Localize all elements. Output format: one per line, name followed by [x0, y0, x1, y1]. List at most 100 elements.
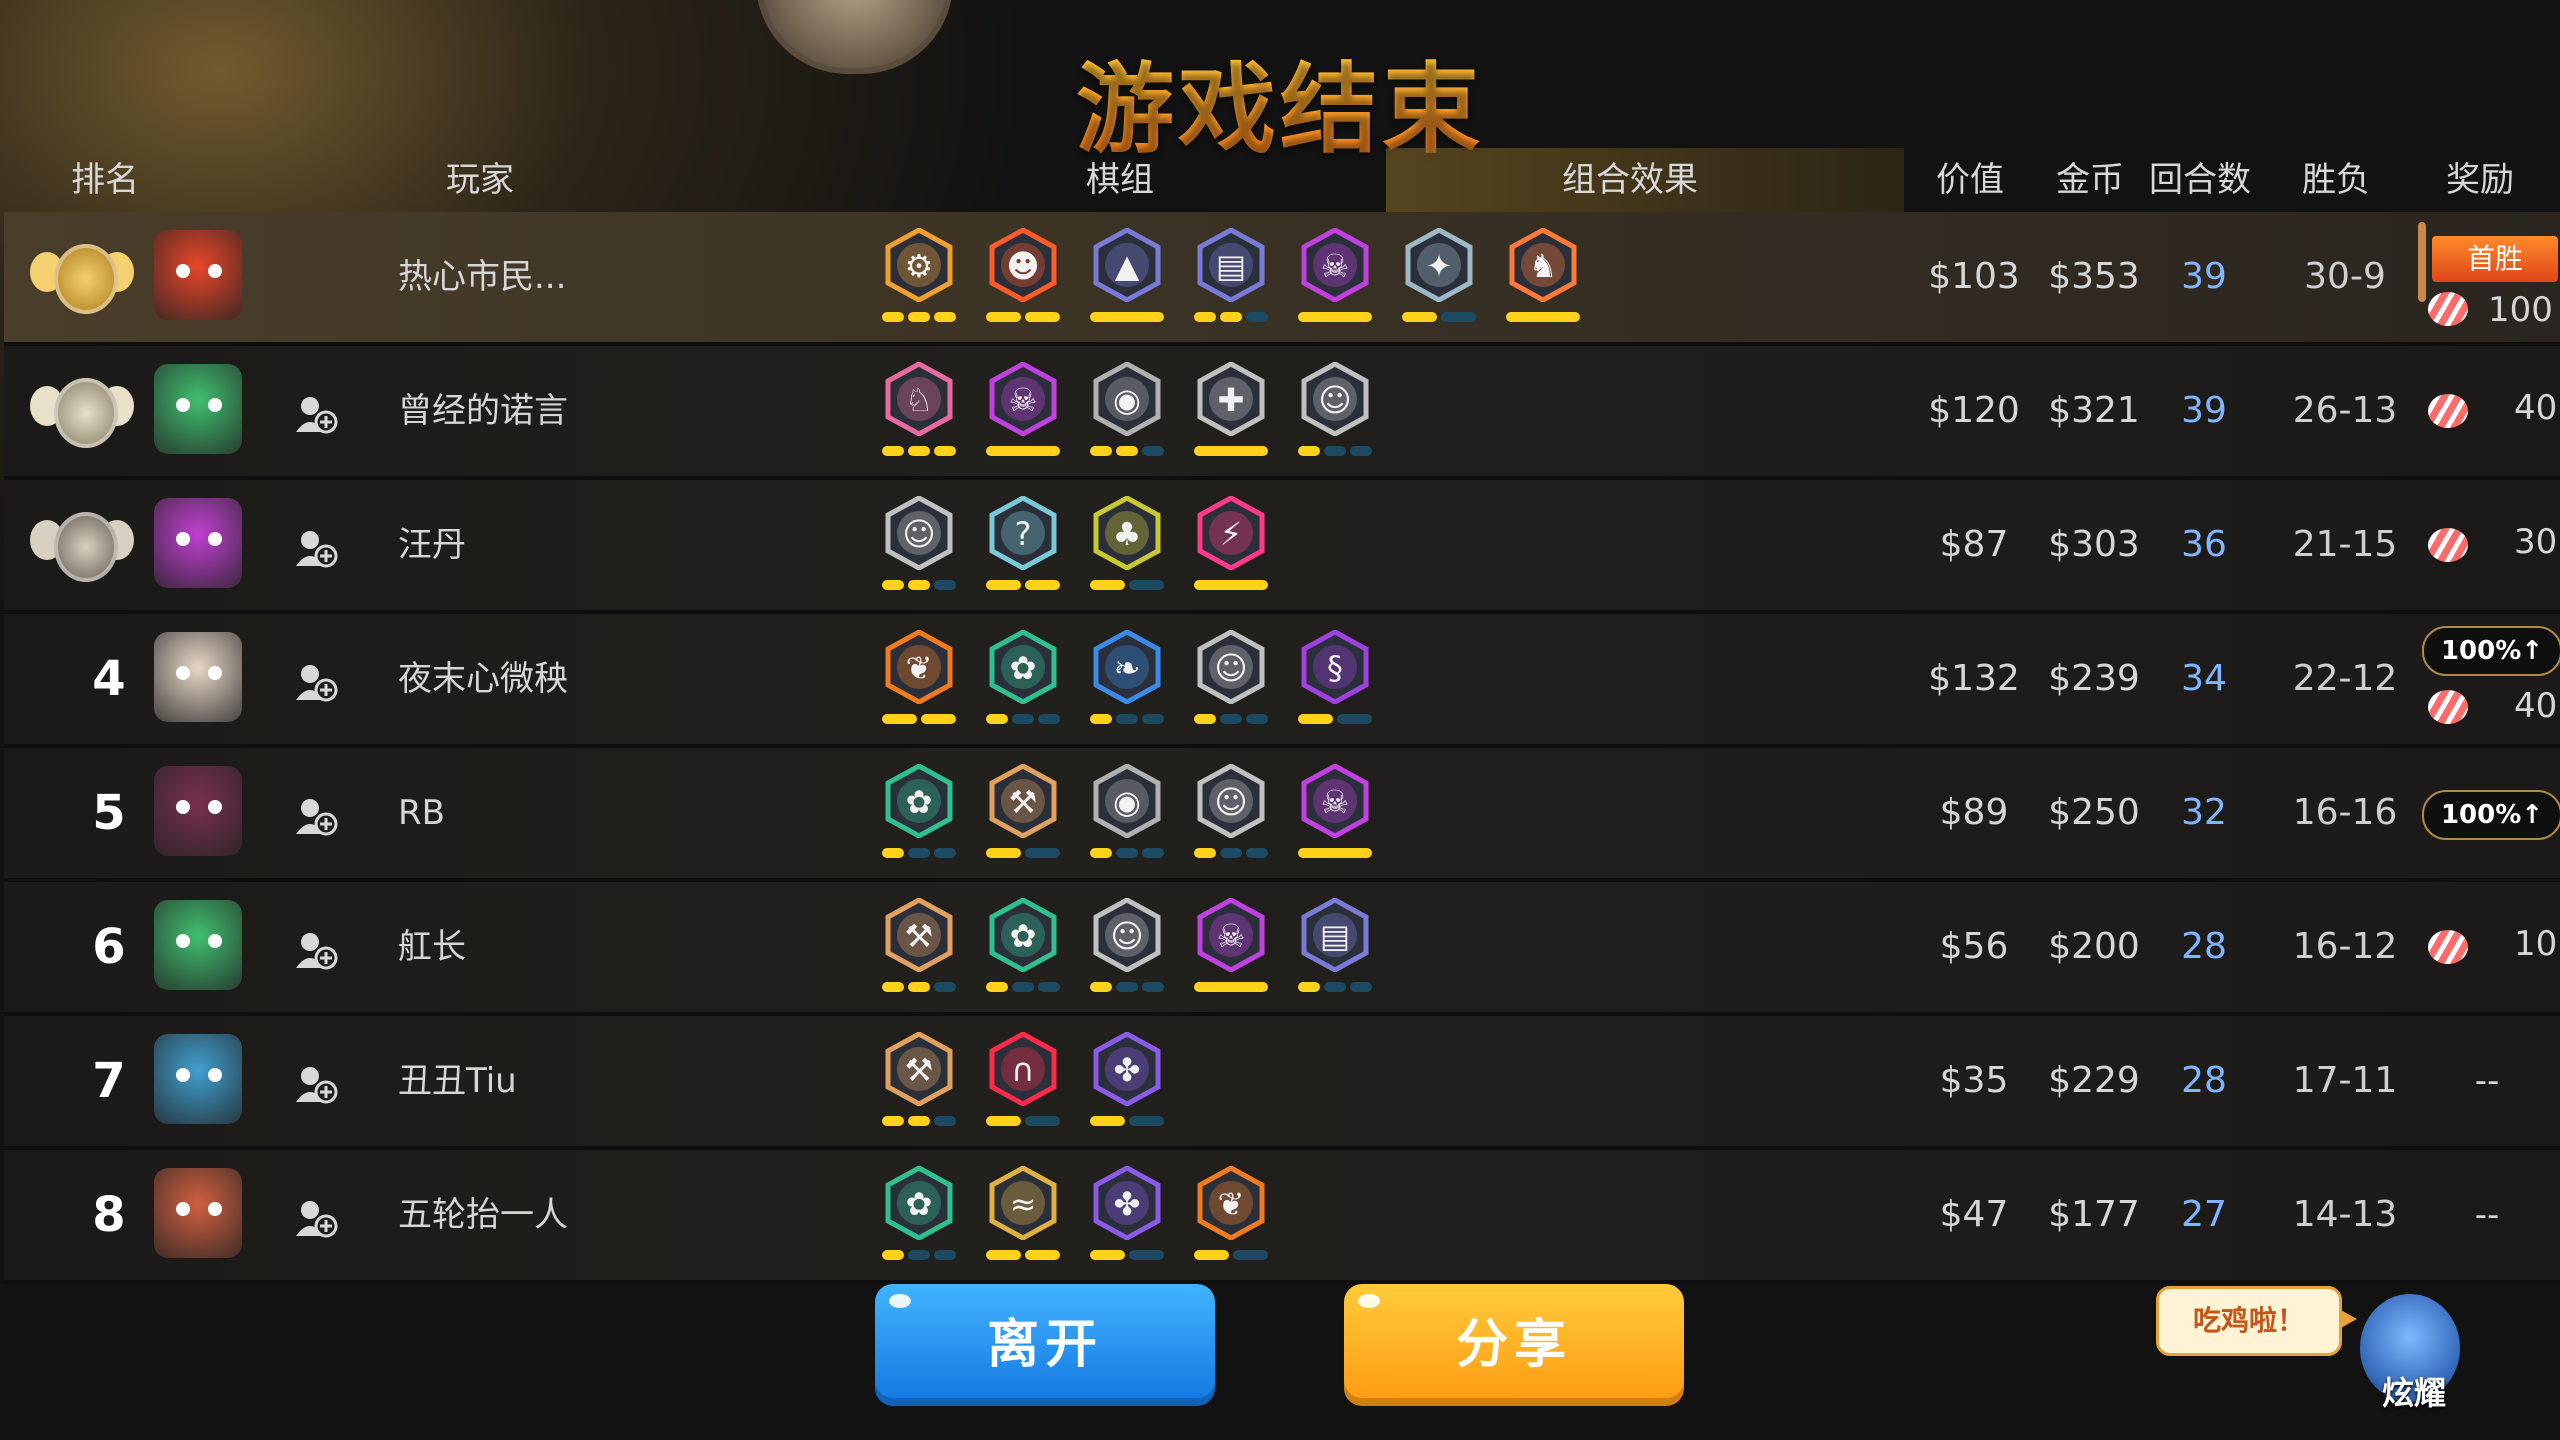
trait-level-pips	[1194, 1250, 1268, 1260]
trait-goblin[interactable]: ♣	[1088, 496, 1166, 596]
avatar-eye	[208, 934, 222, 948]
trait-paw[interactable]: ✿	[880, 1166, 958, 1266]
player-name: 热心市民...	[398, 257, 567, 297]
trait-shaman[interactable]: ?	[984, 496, 1062, 596]
trait-level-pips	[1090, 848, 1164, 858]
trait-paw[interactable]: ✿	[984, 898, 1062, 998]
player-avatar[interactable]	[154, 364, 242, 454]
add-friend-icon[interactable]	[294, 1064, 338, 1104]
axe-icon: ⚒	[885, 1032, 953, 1106]
trait-axe[interactable]: ⚒	[880, 898, 958, 998]
trait-pip	[1025, 580, 1060, 590]
human-icon: ☺	[1197, 764, 1265, 838]
trait-mask[interactable]: ☻	[984, 228, 1062, 328]
share-button[interactable]: 分享	[1344, 1284, 1684, 1406]
trait-human[interactable]: ☺	[1296, 362, 1374, 462]
player-avatar[interactable]	[154, 1034, 242, 1124]
player-avatar[interactable]	[154, 766, 242, 856]
add-friend-icon[interactable]	[294, 796, 338, 836]
trait-pip	[908, 1250, 930, 1260]
svg-text:♣: ♣	[1113, 515, 1142, 553]
trait-pip	[908, 580, 930, 590]
trait-level-pips	[882, 312, 956, 322]
trait-level-pips	[1194, 312, 1268, 322]
add-friend-glyph	[296, 531, 338, 568]
trait-blade[interactable]: ❧	[1088, 630, 1166, 730]
turtle-icon: ◉	[1093, 362, 1161, 436]
trait-level-pips	[1090, 714, 1164, 724]
trait-level-pips	[986, 714, 1060, 724]
add-friend-icon[interactable]	[294, 930, 338, 970]
trait-pip	[882, 446, 904, 456]
demon-icon: ☠	[1301, 764, 1369, 838]
add-friend-icon[interactable]	[294, 394, 338, 434]
svg-text:☺: ☺	[902, 515, 935, 553]
player-avatar[interactable]	[154, 498, 242, 588]
player-avatar[interactable]	[154, 1168, 242, 1258]
add-friend-icon[interactable]	[294, 662, 338, 702]
trait-pip	[908, 446, 930, 456]
stat-gold: $353	[2048, 256, 2140, 297]
trait-knight[interactable]: ♘	[880, 362, 958, 462]
trait-spellbook[interactable]: ▤	[1296, 898, 1374, 998]
player-avatar[interactable]	[154, 632, 242, 722]
trait-demon[interactable]: ☠	[1192, 898, 1270, 998]
trait-human[interactable]: ☺	[880, 496, 958, 596]
trait-demon[interactable]: ☠	[1296, 764, 1374, 864]
table-row: 4 夜末心微秧 ❦ ✿ ❧ ☺ § $132 $239 34 22-12 100%↑ 40	[4, 614, 2560, 748]
reward-cell: --	[2414, 1150, 2560, 1280]
trait-cobra[interactable]: §	[1296, 630, 1374, 730]
trait-beast[interactable]: ♞	[1504, 228, 1582, 328]
trait-human[interactable]: ☺	[1088, 898, 1166, 998]
trait-turtle[interactable]: ◉	[1088, 362, 1166, 462]
trait-wizard-hat[interactable]: ▲	[1088, 228, 1166, 328]
trait-cross[interactable]: ✚	[1192, 362, 1270, 462]
player-avatar[interactable]	[154, 230, 242, 320]
trait-turtle[interactable]: ◉	[1088, 764, 1166, 864]
trait-level-pips	[1298, 714, 1372, 724]
blade-icon: ❧	[1093, 630, 1161, 704]
trait-paw[interactable]: ✿	[880, 764, 958, 864]
trait-gear[interactable]: ⚙	[880, 228, 958, 328]
trait-level-pips	[1090, 1116, 1164, 1126]
trait-demon[interactable]: ☠	[984, 362, 1062, 462]
trait-level-pips	[986, 312, 1060, 322]
trait-human[interactable]: ☺	[1192, 630, 1270, 730]
trait-axe[interactable]: ⚒	[984, 764, 1062, 864]
player-avatar[interactable]	[154, 900, 242, 990]
trait-level-pips	[986, 848, 1060, 858]
add-friend-icon[interactable]	[294, 1198, 338, 1238]
leave-button[interactable]: 离开	[875, 1284, 1215, 1406]
trait-demon[interactable]: ☠	[1296, 228, 1374, 328]
trait-paw[interactable]: ✿	[984, 630, 1062, 730]
trait-axe[interactable]: ⚒	[880, 1032, 958, 1132]
trait-level-pips	[882, 1250, 956, 1260]
trait-human[interactable]: ☺	[1192, 764, 1270, 864]
trait-pip	[1324, 446, 1346, 456]
feather-icon: ❦	[1197, 1166, 1265, 1240]
trait-feather[interactable]: ❦	[1192, 1166, 1270, 1266]
svg-text:✦: ✦	[1426, 247, 1453, 285]
trait-horseshoe[interactable]: ∩	[984, 1032, 1062, 1132]
trait-level-pips	[1194, 982, 1268, 992]
trait-fishbone[interactable]: ✤	[1088, 1166, 1166, 1266]
header-gold: 金币	[2056, 160, 2124, 200]
trait-fishbone[interactable]: ✤	[1088, 1032, 1166, 1132]
trait-level-pips	[986, 446, 1060, 456]
trait-pip	[934, 1250, 956, 1260]
player-name: RB	[398, 793, 445, 833]
trait-dragon[interactable]: ⚡	[1192, 496, 1270, 596]
svg-text:§: §	[1327, 649, 1343, 687]
tab-traits[interactable]: 棋组	[1060, 150, 1180, 210]
trait-level-pips	[1402, 312, 1476, 322]
trait-assassin[interactable]: ✦	[1400, 228, 1478, 328]
trait-feather[interactable]: ❦	[880, 630, 958, 730]
tab-combo-effect-label[interactable]: 组合效果	[1530, 150, 1730, 210]
trait-spellbook[interactable]: ▤	[1192, 228, 1270, 328]
svg-text:☠: ☠	[1217, 917, 1246, 955]
stat-record: 16-12	[2292, 926, 2398, 967]
show-off-button[interactable]: 吃鸡啦！ 炫耀	[2150, 1280, 2480, 1412]
trait-pip	[1298, 848, 1372, 858]
add-friend-icon[interactable]	[294, 528, 338, 568]
trait-claw[interactable]: ≈	[984, 1166, 1062, 1266]
